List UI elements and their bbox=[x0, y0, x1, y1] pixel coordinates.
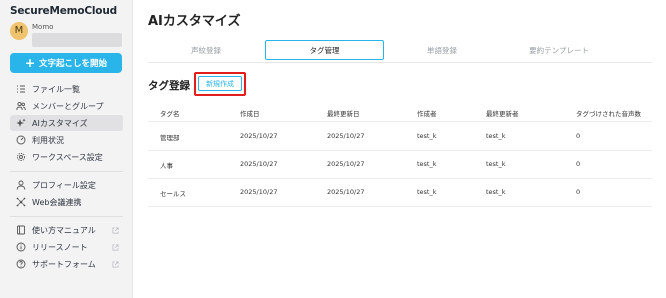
sidebar-item-label: リリースノート bbox=[32, 242, 88, 252]
ai-sparkle-icon bbox=[16, 118, 26, 128]
sidebar-item-label: プロフィール設定 bbox=[32, 180, 96, 190]
sidebar-item-web-meeting[interactable]: Web会議連携 bbox=[10, 194, 123, 210]
sidebar-item-label: ファイル一覧 bbox=[32, 84, 80, 94]
table-row-divider bbox=[148, 206, 652, 207]
sidebar-divider bbox=[10, 216, 123, 217]
gear-icon bbox=[16, 152, 26, 162]
cell-creator: test_k bbox=[417, 132, 437, 140]
user-info-redacted bbox=[32, 33, 122, 47]
sidebar-item-manual[interactable]: 使い方マニュアル bbox=[10, 222, 123, 238]
app-title: SecureMemoCloud bbox=[10, 5, 117, 17]
column-header-creator: 作成者 bbox=[417, 110, 437, 118]
cell-created-date: 2025/10/27 bbox=[240, 132, 278, 140]
start-transcription-label: 文字起こしを開始 bbox=[39, 59, 108, 69]
cell-tag-name[interactable]: 人事 bbox=[160, 160, 173, 170]
sidebar-item-file-list[interactable]: ファイル一覧 bbox=[10, 81, 123, 97]
cell-audio-count: 0 bbox=[576, 188, 581, 196]
sidebar-item-label: メンバーとグループ bbox=[32, 101, 104, 111]
cell-updated-date: 2025/10/27 bbox=[327, 188, 365, 196]
tab-voiceprint[interactable]: 声紋登録 bbox=[148, 40, 264, 60]
cell-tag-name[interactable]: セールス bbox=[160, 188, 186, 198]
page-title: AIカスタマイズ bbox=[148, 14, 241, 29]
cell-updated-date: 2025/10/27 bbox=[327, 132, 365, 140]
help-icon bbox=[16, 259, 26, 269]
avatar[interactable]: M bbox=[10, 22, 28, 40]
list-icon bbox=[16, 84, 26, 94]
cell-creator: test_k bbox=[417, 188, 437, 196]
sidebar: SecureMemoCloud M Momo + 文字起こしを開始 ファイル一覧… bbox=[0, 0, 133, 298]
user-name: Momo bbox=[32, 23, 54, 31]
sidebar-item-ai-customize[interactable]: AIカスタマイズ bbox=[10, 115, 123, 131]
column-header-tagged-audio-count: タグづけされた音声数 bbox=[576, 110, 641, 118]
sidebar-item-label: 使い方マニュアル bbox=[32, 225, 96, 235]
cell-tag-name[interactable]: 管理部 bbox=[160, 132, 180, 142]
tab-summary-template[interactable]: 要約テンプレート bbox=[500, 40, 618, 60]
cell-updated-date: 2025/10/27 bbox=[327, 160, 365, 168]
start-transcription-button[interactable]: + 文字起こしを開始 bbox=[10, 53, 122, 73]
column-header-updated-date: 最終更新日 bbox=[327, 110, 360, 118]
tabs-divider bbox=[148, 62, 652, 63]
sidebar-item-label: Web会議連携 bbox=[32, 197, 82, 207]
tab-word-registration[interactable]: 単語登録 bbox=[384, 40, 500, 60]
person-icon bbox=[16, 180, 26, 190]
members-icon bbox=[16, 101, 26, 111]
cell-updater: test_k bbox=[486, 160, 506, 168]
column-header-tag-name: タグ名 bbox=[160, 110, 180, 118]
column-header-updater: 最終更新者 bbox=[486, 110, 519, 118]
table-divider bbox=[148, 121, 652, 122]
section-title: タグ登録 bbox=[148, 80, 190, 92]
sidebar-divider bbox=[10, 171, 123, 172]
sidebar-item-label: AIカスタマイズ bbox=[32, 118, 88, 128]
new-tag-button[interactable]: 新規作成 bbox=[198, 76, 242, 91]
table-row-divider bbox=[148, 150, 652, 151]
sidebar-item-workspace-settings[interactable]: ワークスペース設定 bbox=[10, 149, 123, 165]
gauge-icon bbox=[16, 135, 26, 145]
external-link-icon bbox=[112, 261, 119, 268]
table-row-divider bbox=[148, 178, 652, 179]
cell-creator: test_k bbox=[417, 160, 437, 168]
external-link-icon bbox=[112, 244, 119, 251]
sidebar-item-label: ワークスペース設定 bbox=[32, 152, 103, 162]
cell-audio-count: 0 bbox=[576, 160, 581, 168]
sidebar-item-release-notes[interactable]: リリースノート bbox=[10, 239, 123, 255]
book-icon bbox=[16, 225, 26, 235]
sidebar-item-members[interactable]: メンバーとグループ bbox=[10, 98, 123, 114]
cell-updater: test_k bbox=[486, 188, 506, 196]
external-link-icon bbox=[112, 227, 119, 234]
cell-audio-count: 0 bbox=[576, 132, 581, 140]
sidebar-item-label: サポートフォーム bbox=[32, 259, 96, 269]
info-icon bbox=[16, 242, 26, 252]
cell-created-date: 2025/10/27 bbox=[240, 160, 278, 168]
sidebar-item-support-form[interactable]: サポートフォーム bbox=[10, 256, 123, 272]
sidebar-item-profile-settings[interactable]: プロフィール設定 bbox=[10, 177, 123, 193]
network-icon bbox=[16, 197, 26, 207]
sidebar-item-usage[interactable]: 利用状況 bbox=[10, 132, 123, 148]
column-header-created-date: 作成日 bbox=[240, 110, 260, 118]
plus-icon: + bbox=[24, 56, 36, 70]
cell-updater: test_k bbox=[486, 132, 506, 140]
cell-created-date: 2025/10/27 bbox=[240, 188, 278, 196]
tab-tag-management[interactable]: タグ管理 bbox=[265, 40, 384, 60]
sidebar-item-label: 利用状況 bbox=[32, 135, 64, 145]
